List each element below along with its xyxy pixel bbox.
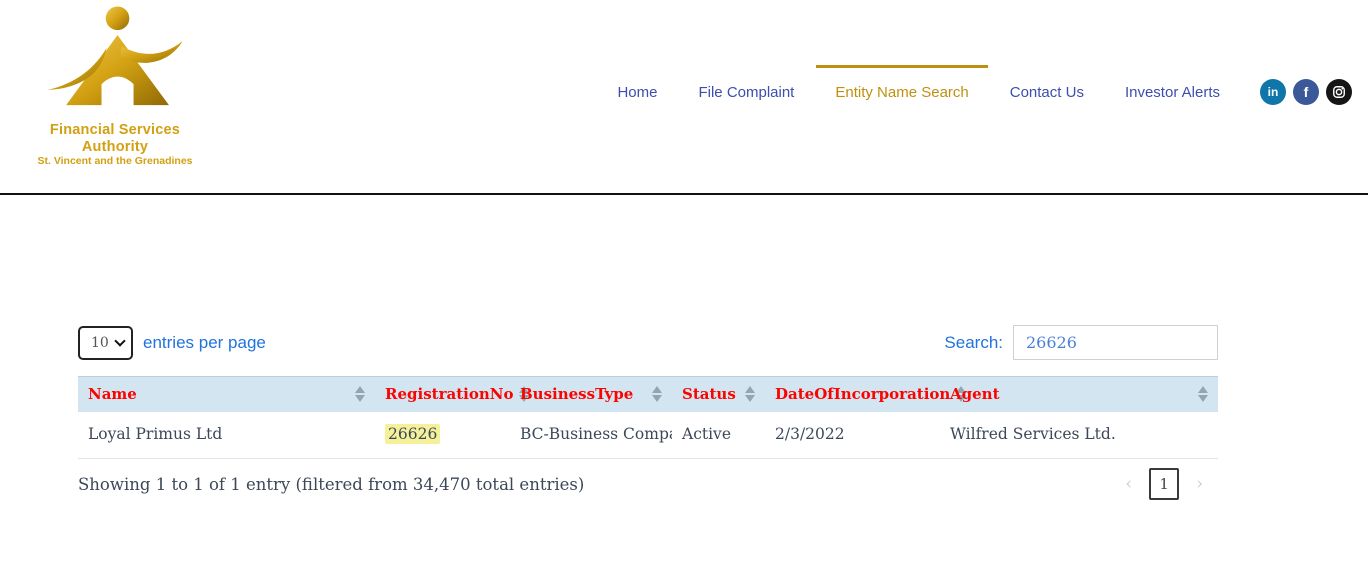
linkedin-icon[interactable]: in xyxy=(1260,79,1286,105)
entity-search-results: 10 entries per page Search: Name Registr… xyxy=(78,325,1218,500)
page-size-select[interactable]: 10 xyxy=(78,326,133,360)
header-right: Home File Complaint Entity Name Search C… xyxy=(617,66,1352,118)
table-footer: Showing 1 to 1 of 1 entry (filtered from… xyxy=(78,468,1218,500)
main-nav: Home File Complaint Entity Name Search C… xyxy=(617,84,1220,101)
brand-name: Financial Services Authority xyxy=(24,122,206,155)
cell-registration-no: 26626 xyxy=(375,412,510,459)
search-label: Search: xyxy=(944,333,1003,353)
showing-entries-text: Showing 1 to 1 of 1 entry (filtered from… xyxy=(78,475,584,494)
nav-item-home[interactable]: Home xyxy=(617,84,657,101)
cell-name: Loyal Primus Ltd xyxy=(78,412,375,459)
table-row: Loyal Primus Ltd 26626 BC-Business Compa… xyxy=(78,412,1218,459)
nav-item-file-complaint[interactable]: File Complaint xyxy=(698,84,794,101)
sort-icon xyxy=(1198,386,1208,402)
search-input[interactable] xyxy=(1013,325,1218,360)
table-controls: 10 entries per page Search: xyxy=(78,325,1218,360)
fsa-logo-icon xyxy=(36,4,194,122)
brand-subtitle: St. Vincent and the Grenadines xyxy=(24,155,206,167)
nav-item-contact-us[interactable]: Contact Us xyxy=(1010,84,1084,101)
next-page-button[interactable]: › xyxy=(1196,474,1203,494)
fsa-logo[interactable]: Financial Services Authority St. Vincent… xyxy=(24,4,206,167)
facebook-icon[interactable]: f xyxy=(1293,79,1319,105)
table-header-row: Name RegistrationNo BusinessType Status … xyxy=(78,377,1218,413)
cell-agent: Wilfred Services Ltd. xyxy=(940,412,1218,459)
nav-item-investor-alerts[interactable]: Investor Alerts xyxy=(1125,84,1220,101)
column-header-business-type[interactable]: BusinessType xyxy=(510,377,672,413)
social-links: in f xyxy=(1260,79,1352,105)
previous-page-button[interactable]: ‹ xyxy=(1125,474,1132,494)
instagram-icon[interactable] xyxy=(1326,79,1352,105)
nav-item-entity-name-search[interactable]: Entity Name Search xyxy=(835,84,968,101)
search-match-highlight: 26626 xyxy=(385,424,440,444)
sort-icon xyxy=(745,386,755,402)
sort-icon xyxy=(355,386,365,402)
column-header-status[interactable]: Status xyxy=(672,377,765,413)
sort-icon xyxy=(652,386,662,402)
page-size-select-wrap: 10 xyxy=(78,326,133,360)
entries-per-page-label: entries per page xyxy=(143,333,266,353)
site-header: Financial Services Authority St. Vincent… xyxy=(0,0,1368,195)
pagination: ‹ 1 › xyxy=(1125,468,1203,500)
cell-date-of-incorporation: 2/3/2022 xyxy=(765,412,940,459)
cell-business-type: BC-Business Company xyxy=(510,412,672,459)
column-header-date-of-incorporation[interactable]: DateOfIncorporation xyxy=(765,377,940,413)
column-header-name[interactable]: Name xyxy=(78,377,375,413)
current-page-input[interactable]: 1 xyxy=(1149,468,1179,500)
cell-status: Active xyxy=(672,412,765,459)
column-header-registration-no[interactable]: RegistrationNo xyxy=(375,377,510,413)
column-header-agent[interactable]: Agent xyxy=(940,377,1218,413)
results-table: Name RegistrationNo BusinessType Status … xyxy=(78,376,1218,459)
search-area: Search: xyxy=(944,325,1218,360)
